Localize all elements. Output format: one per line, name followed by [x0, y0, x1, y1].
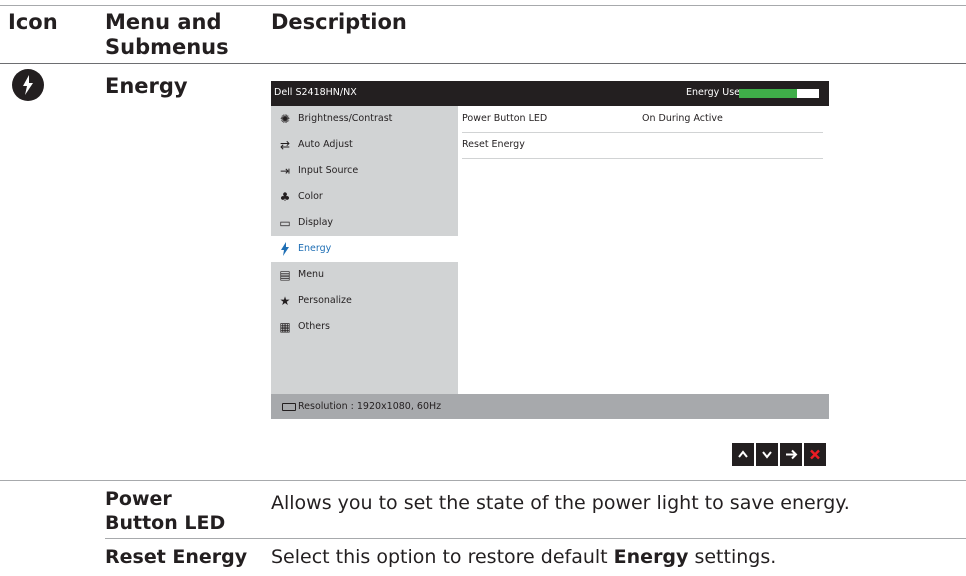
energy-use-label: Energy Use [686, 87, 741, 98]
right-button[interactable] [780, 443, 802, 466]
desc-bold: Energy [613, 546, 689, 568]
osd-item-color[interactable]: ♣ Color [271, 184, 458, 210]
option-value: On During Active [642, 113, 723, 124]
osd-item-brightness[interactable]: ✺ Brightness/Contrast [271, 106, 458, 132]
osd-item-label: Display [298, 217, 334, 228]
menu-icon: ▤ [279, 268, 291, 282]
row-desc-reset-energy: Select this option to restore default En… [271, 545, 776, 569]
osd-item-energy[interactable]: Energy [271, 236, 458, 262]
header-menu: Menu and Submenus [105, 10, 229, 59]
energy-use-bar [739, 89, 819, 98]
desc-text: settings. [688, 546, 777, 568]
osd-item-label: Auto Adjust [298, 139, 353, 150]
osd-item-label: Personalize [298, 295, 352, 306]
resolution-icon [282, 403, 296, 411]
color-icon: ♣ [279, 190, 291, 204]
top-rule [0, 5, 966, 6]
osd-item-display[interactable]: ▭ Display [271, 210, 458, 236]
resolution-text: Resolution : 1920x1080, 60Hz [298, 401, 442, 412]
osd-option-power-led[interactable]: Power Button LED On During Active [462, 106, 823, 133]
osd-item-auto-adjust[interactable]: ⇄ Auto Adjust [271, 132, 458, 158]
header-icon: Icon [8, 10, 58, 34]
osd-menu-list: ✺ Brightness/Contrast ⇄ Auto Adjust ⇥ In… [271, 106, 458, 394]
auto-adjust-icon: ⇄ [279, 138, 291, 152]
others-icon: ▦ [279, 320, 291, 334]
row-label-power-led: Power Button LED [105, 488, 226, 534]
osd-item-input-source[interactable]: ⇥ Input Source [271, 158, 458, 184]
option-name: Power Button LED [462, 113, 548, 124]
energy-icon [278, 242, 292, 256]
header-rule [0, 63, 966, 64]
row-rule [105, 538, 966, 539]
osd-item-personalize[interactable]: ★ Personalize [271, 288, 458, 314]
monitor-model: Dell S2418HN/NX [274, 87, 357, 98]
row-label-reset-energy: Reset Energy [105, 546, 248, 568]
down-button[interactable] [756, 443, 778, 466]
input-source-icon: ⇥ [279, 164, 291, 178]
row-desc-power-led: Allows you to set the state of the power… [271, 492, 850, 514]
osd-item-label: Others [298, 321, 330, 332]
header-description: Description [271, 10, 407, 34]
desc-text: Select this option to restore default [271, 546, 614, 568]
option-name: Reset Energy [462, 139, 525, 150]
energy-icon [12, 69, 44, 101]
osd-item-menu[interactable]: ▤ Menu [271, 262, 458, 288]
osd-status-bar: Resolution : 1920x1080, 60Hz [271, 394, 829, 419]
osd-option-reset-energy[interactable]: Reset Energy [462, 132, 823, 159]
osd-item-label: Brightness/Contrast [298, 113, 393, 124]
up-button[interactable] [732, 443, 754, 466]
osd-item-others[interactable]: ▦ Others [271, 314, 458, 340]
osd-item-label: Energy [298, 243, 332, 254]
osd-item-label: Input Source [298, 165, 359, 176]
row-rule [0, 480, 966, 481]
sun-icon: ✺ [279, 112, 291, 126]
osd-menu: Dell S2418HN/NX Energy Use ✺ Brightness/… [271, 81, 829, 419]
osd-item-label: Color [298, 191, 323, 202]
star-icon: ★ [279, 294, 291, 308]
exit-button[interactable] [804, 443, 826, 466]
display-icon: ▭ [279, 216, 291, 230]
osd-title-bar: Dell S2418HN/NX Energy Use [271, 81, 829, 106]
menu-name: Energy [105, 74, 188, 98]
osd-item-label: Menu [298, 269, 325, 280]
